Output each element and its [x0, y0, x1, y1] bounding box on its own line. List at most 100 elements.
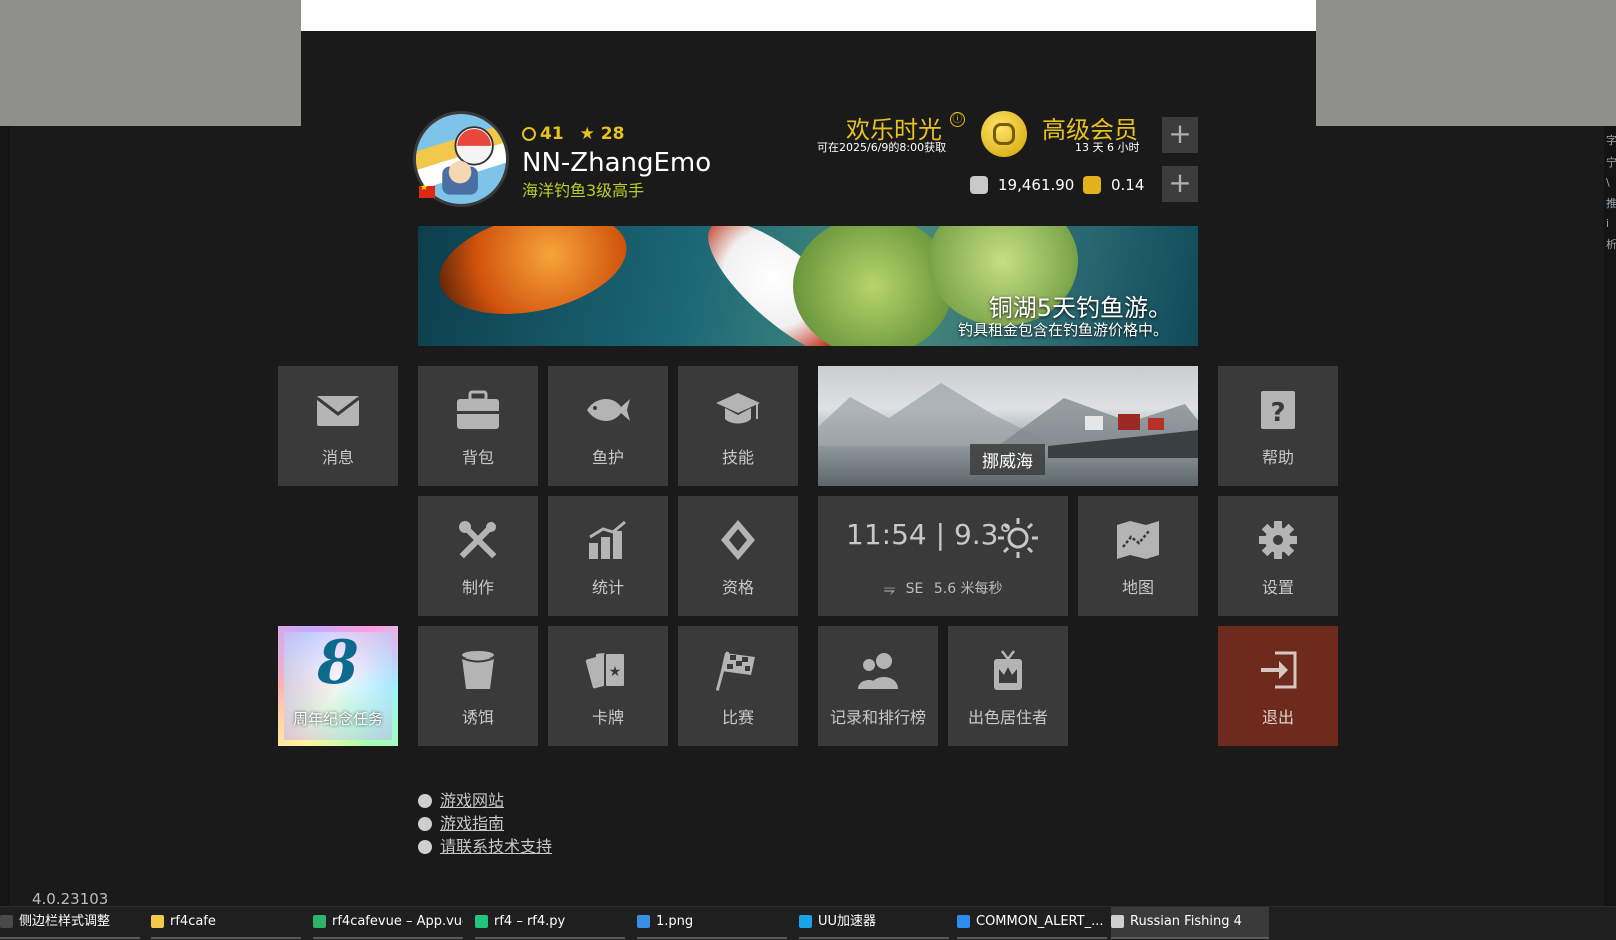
house-image — [1085, 416, 1103, 430]
bait-tile[interactable]: 诱饵 — [418, 626, 538, 746]
help-book-icon: ? — [1218, 388, 1338, 432]
background-window-right — [1316, 0, 1616, 126]
wind-icon: ⥭ — [884, 581, 896, 597]
taskbar-item[interactable]: rf4cafe — [151, 907, 301, 939]
external-link-icon — [418, 839, 432, 854]
cards-tile[interactable]: ★ 卡牌 — [548, 626, 668, 746]
tile-label: 制作 — [461, 578, 494, 597]
tile-label: 周年纪念任务 — [292, 710, 383, 728]
envelope-icon — [278, 388, 398, 432]
taskbar-item[interactable]: 侧边栏样式调整 — [0, 907, 140, 939]
app-icon — [0, 915, 13, 928]
taskbar-item[interactable]: rf4cafevue – App.vue — [313, 907, 463, 939]
anniversary-quest-tile[interactable]: 8 周年纪念任务 — [278, 626, 398, 746]
house-image — [1148, 418, 1164, 430]
tech-support-link[interactable]: 请联系技术支持 — [418, 833, 552, 856]
taskbar-item[interactable]: COMMON_ALERT_... — [957, 907, 1107, 939]
map-icon — [1078, 518, 1198, 562]
player-title: 海洋钓鱼3级高手 — [522, 181, 645, 200]
game-guide-link[interactable]: 游戏指南 — [418, 810, 552, 833]
taskbar-item[interactable]: UU加速器 — [799, 907, 949, 939]
wind-speed: 5.6 米每秒 — [933, 581, 1003, 597]
wind-info: ⥭ SE 5.6 米每秒 — [884, 578, 1003, 598]
edge-text: 推 — [1606, 197, 1616, 210]
outstanding-residents-tile[interactable]: 出色居住者 — [948, 626, 1068, 746]
taskbar-label: rf4cafevue – App.vue — [332, 914, 463, 929]
crafting-tile[interactable]: 制作 — [418, 496, 538, 616]
taskbar-item[interactable]: 1.png — [637, 907, 787, 939]
house-image — [1118, 414, 1140, 430]
folder-icon — [151, 915, 164, 928]
exit-tile[interactable]: 退出 — [1218, 626, 1338, 746]
records-leaderboard-tile[interactable]: 记录和排行榜 — [818, 626, 938, 746]
gold-coins-icon — [1083, 176, 1101, 194]
weather-panel: 11:54 | 9.3° ⥭ SE 5.6 米每秒 — [818, 496, 1068, 616]
add-currency-button[interactable]: + — [1162, 166, 1198, 202]
background-window-left — [0, 0, 301, 126]
anniversary-number: 8 — [317, 628, 359, 698]
tile-label: 技能 — [721, 448, 754, 467]
koi-fish-image — [430, 226, 636, 330]
bar-chart-icon — [548, 518, 668, 562]
tile-label: 背包 — [461, 448, 494, 467]
info-icon[interactable]: ⓘ — [950, 112, 965, 127]
taskbar-label: COMMON_ALERT_... — [976, 914, 1104, 929]
fish-keep-tile[interactable]: 鱼护 — [548, 366, 668, 486]
svg-text:★: ★ — [609, 664, 622, 680]
wind-direction: SE — [905, 581, 924, 597]
taskbar-label: UU加速器 — [818, 914, 877, 929]
link-text: 游戏网站 — [440, 791, 505, 810]
help-tile[interactable]: ? 帮助 — [1218, 366, 1338, 486]
game-time: 11:54 — [846, 518, 927, 551]
location-card-norwegian-sea[interactable]: 挪威海 — [818, 366, 1198, 486]
pycharm-icon — [313, 915, 326, 928]
pycharm-icon — [475, 915, 488, 928]
backpack-tile[interactable]: 背包 — [418, 366, 538, 486]
premium-remaining: 13 天 6 小时 — [1075, 141, 1140, 154]
map-tile[interactable]: 地图 — [1078, 496, 1198, 616]
tile-label: 诱饵 — [461, 708, 494, 727]
skills-tile[interactable]: 技能 — [678, 366, 798, 486]
game-website-link[interactable]: 游戏网站 — [418, 787, 552, 810]
tile-label: 消息 — [321, 448, 354, 467]
messages-tile[interactable]: 消息 — [278, 366, 398, 486]
sun-icon — [998, 518, 1038, 558]
tile-label: 设置 — [1261, 578, 1294, 597]
taskbar-label: rf4cafe — [170, 914, 216, 929]
taskbar-label: 1.png — [656, 914, 694, 929]
svg-text:?: ? — [1270, 398, 1285, 428]
banner-headline: 铜湖5天钓鱼游。 — [988, 294, 1172, 322]
silver-balance: 19,461.90 — [998, 176, 1075, 194]
crown-badge-icon — [948, 648, 1068, 692]
taskbar-label: 侧边栏样式调整 — [19, 914, 111, 929]
tile-label: 退出 — [1261, 708, 1294, 727]
tile-label: 统计 — [591, 578, 624, 597]
player-name: NN-ZhangEmo — [522, 148, 712, 178]
uu-accelerator-icon — [799, 915, 812, 928]
edge-text: 析 — [1606, 238, 1616, 251]
russian-fishing-icon — [1111, 915, 1124, 928]
taskbar-item[interactable]: rf4 – rf4.py — [475, 907, 625, 939]
window-title-bar — [301, 0, 1316, 31]
settings-tile[interactable]: 设置 — [1218, 496, 1338, 616]
edge-text: 字 — [1606, 134, 1616, 147]
happy-hour-subtitle: 可在2025/6/9的8:00获取 — [817, 141, 947, 154]
edge-text: i — [1606, 217, 1610, 230]
exit-icon — [1218, 648, 1338, 692]
link-text: 游戏指南 — [440, 814, 505, 833]
add-premium-button[interactable]: + — [1162, 117, 1198, 153]
competitions-tile[interactable]: 比赛 — [678, 626, 798, 746]
background-window-left-edge — [0, 126, 10, 906]
taskbar-label: rf4 – rf4.py — [494, 914, 566, 929]
promo-banner[interactable]: 铜湖5天钓鱼游。 钓具租金包含在钓鱼游价格中。 — [418, 226, 1198, 346]
licenses-tile[interactable]: 资格 — [678, 496, 798, 616]
stats-tile[interactable]: 统计 — [548, 496, 668, 616]
image-file-icon — [637, 915, 650, 928]
tile-label: 记录和排行榜 — [829, 708, 926, 727]
lily-pad-image — [793, 226, 953, 346]
bucket-icon — [418, 648, 538, 692]
taskbar-item-active[interactable]: Russian Fishing 4 — [1111, 907, 1269, 939]
star-icon: ★ — [579, 124, 595, 144]
external-links: 游戏网站 游戏指南 请联系技术支持 — [418, 787, 552, 856]
gold-balance: 0.14 — [1111, 176, 1145, 194]
